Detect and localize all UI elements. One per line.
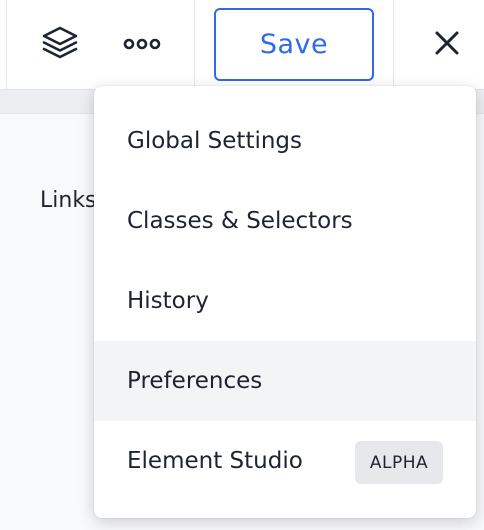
layers-button[interactable] <box>20 0 100 90</box>
menu-item-label: Classes & Selectors <box>127 208 353 234</box>
menu-item-preferences[interactable]: Preferences <box>94 341 476 421</box>
close-icon <box>433 29 461 61</box>
layers-icon <box>40 23 80 67</box>
menu-item-label: History <box>127 288 209 314</box>
menu-item-label: Element Studio <box>127 448 303 474</box>
menu-item-history[interactable]: History <box>94 261 476 341</box>
menu-item-label: Global Settings <box>127 128 303 154</box>
menu-item-global-settings[interactable]: Global Settings <box>94 101 476 181</box>
alpha-badge: ALPHA <box>355 441 443 484</box>
toolbar-divider <box>393 0 394 90</box>
toolbar-divider <box>6 0 7 90</box>
save-button[interactable]: Save <box>214 8 374 81</box>
close-button[interactable] <box>410 0 484 90</box>
top-toolbar: Save <box>0 0 484 90</box>
toolbar-divider <box>194 0 195 90</box>
menu-item-element-studio[interactable]: Element Studio ALPHA <box>94 421 476 501</box>
more-options-button[interactable] <box>102 0 182 90</box>
more-options-menu: Global Settings Classes & Selectors Hist… <box>94 86 476 518</box>
menu-item-classes-selectors[interactable]: Classes & Selectors <box>94 181 476 261</box>
more-options-icon <box>122 36 162 55</box>
links-label: Links <box>40 188 97 213</box>
menu-item-label: Preferences <box>127 368 263 394</box>
